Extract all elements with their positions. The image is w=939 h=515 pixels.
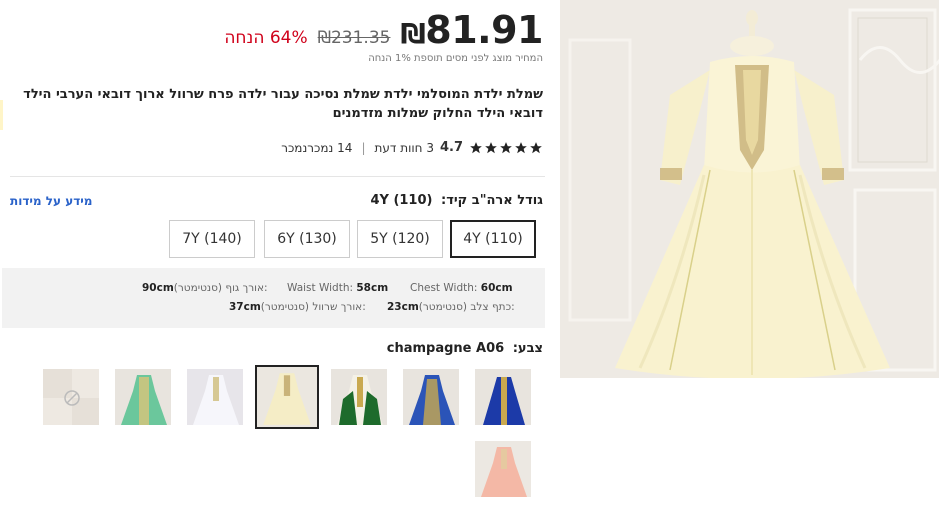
size-option-6y[interactable]: 6Y (130) bbox=[264, 220, 350, 258]
star-icon bbox=[485, 141, 497, 153]
dress-thumbnail bbox=[115, 369, 171, 425]
star-icon bbox=[500, 141, 512, 153]
size-info-link[interactable]: מידע על מידות bbox=[10, 194, 92, 208]
color-label: צבע: bbox=[512, 341, 543, 356]
star-icon bbox=[515, 141, 527, 153]
current-price: ₪81.91 bbox=[400, 8, 543, 52]
dress-thumbnail bbox=[475, 441, 531, 497]
color-swatch-white[interactable] bbox=[186, 368, 244, 426]
color-swatch-mint-green[interactable] bbox=[114, 368, 172, 426]
review-count[interactable]: 3 חוות דעת bbox=[374, 141, 433, 155]
rating-score: 4.7 bbox=[439, 140, 463, 155]
dress-thumbnail bbox=[43, 369, 99, 425]
dress-thumbnail bbox=[475, 369, 531, 425]
size-selected-value: 4Y (110) bbox=[370, 193, 433, 208]
rating-row[interactable]: 4.7 3 חוות דעת | 14 נמכרנמכר bbox=[281, 140, 543, 155]
color-swatch-pink[interactable] bbox=[474, 440, 532, 498]
star-icon bbox=[470, 141, 482, 153]
size-option-4y[interactable]: 4Y (110) bbox=[450, 220, 536, 258]
size-label: גודל ארה"ב קיד: bbox=[441, 193, 543, 208]
sold-count: 14 נמכרנמכר bbox=[281, 140, 353, 155]
dress-illustration bbox=[560, 0, 939, 378]
waist-width: Waist Width: 58cm bbox=[287, 282, 389, 294]
color-header: צבע: champagne A06 bbox=[387, 341, 543, 356]
color-swatch-unavailable[interactable] bbox=[42, 368, 100, 426]
rating-separator: | bbox=[361, 140, 366, 155]
color-swatch-green-white[interactable] bbox=[330, 368, 388, 426]
chest-width: Chest Width: 60cm bbox=[410, 282, 513, 294]
color-swatch-royal-blue[interactable] bbox=[474, 368, 532, 426]
dress-thumbnail bbox=[403, 369, 459, 425]
product-title: שמלת ילדת המוסלמי ילדת שמלת נסיכה עבור י… bbox=[23, 87, 543, 121]
original-price: ₪231.35 bbox=[317, 28, 391, 48]
product-info-panel: ₪81.91 ₪231.35 64% הנחה המחיר מוצג לפני … bbox=[0, 0, 545, 515]
size-option-5y[interactable]: 5Y (120) bbox=[357, 220, 443, 258]
color-selected-value: champagne A06 bbox=[386, 341, 505, 356]
shoulder-width: 23cmכתף צלב (סנטימטר): bbox=[387, 301, 515, 313]
size-measurements-box: Chest Width: 60cm Waist Width: 58cm 90cm… bbox=[2, 268, 545, 328]
rating-stars bbox=[469, 141, 543, 155]
product-main-image[interactable] bbox=[560, 0, 939, 378]
tax-note: המחיר מוצג לפני מסים תוספת 1% הנחה bbox=[368, 53, 543, 64]
size-option-7y[interactable]: 7Y (140) bbox=[169, 220, 255, 258]
body-length: 90cmאורך גוף (סנטימטר): bbox=[142, 282, 268, 294]
dress-thumbnail bbox=[331, 369, 387, 425]
sleeve-length: 37cmאורך שרוול (סנטימטר): bbox=[229, 301, 366, 313]
dress-thumbnail bbox=[257, 367, 317, 427]
size-header: גודל ארה"ב קיד: 4Y (110) bbox=[370, 193, 543, 208]
price-row: ₪81.91 ₪231.35 64% הנחה bbox=[224, 8, 543, 52]
color-swatch-champagne[interactable] bbox=[255, 365, 319, 429]
discount-badge: 64% הנחה bbox=[224, 28, 308, 48]
divider bbox=[10, 176, 545, 177]
dress-thumbnail bbox=[187, 369, 243, 425]
color-swatch-blue-gold[interactable] bbox=[402, 368, 460, 426]
star-icon bbox=[530, 141, 542, 153]
